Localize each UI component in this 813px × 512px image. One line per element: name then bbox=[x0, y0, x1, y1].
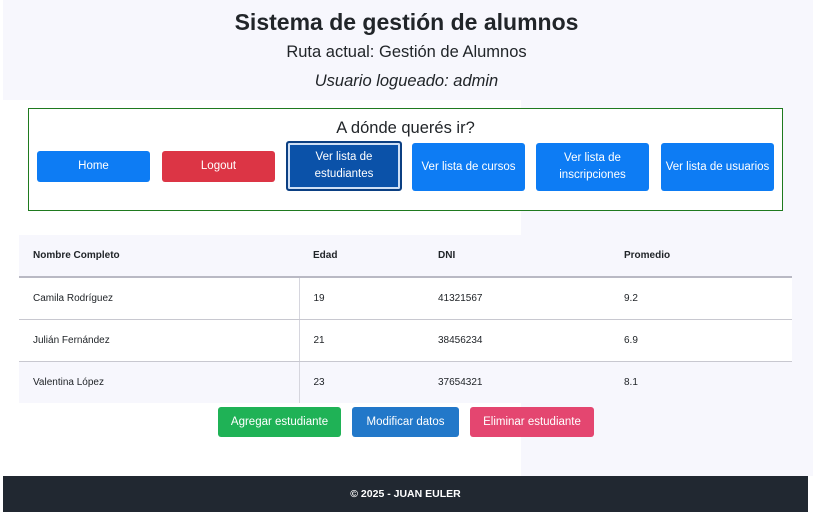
delete-student-button[interactable]: Eliminar estudiante bbox=[470, 407, 594, 437]
modify-data-button[interactable]: Modificar datos bbox=[352, 407, 459, 437]
navigation-panel: A dónde querés ir? Home Logout Ver lista… bbox=[28, 108, 783, 211]
table-actions: Agregar estudiante Modificar datos Elimi… bbox=[0, 407, 813, 437]
column-header-name: Nombre Completo bbox=[19, 235, 299, 278]
courses-list-button[interactable]: Ver lista de cursos bbox=[412, 143, 525, 191]
home-button[interactable]: Home bbox=[37, 151, 150, 182]
users-list-button[interactable]: Ver lista de usuarios bbox=[661, 143, 774, 191]
cell-average: 8.1 bbox=[624, 376, 638, 388]
cell-name: Camila Rodríguez bbox=[19, 277, 300, 320]
table-row[interactable]: Valentina López 23 37654321 8.1 bbox=[19, 361, 792, 403]
students-table-container: Nombre Completo Edad DNI Promedio Camila… bbox=[19, 235, 792, 403]
footer-text: © 2025 - JUAN EULER bbox=[350, 488, 461, 500]
page-header: Sistema de gestión de alumnos Ruta actua… bbox=[0, 8, 813, 91]
table-row[interactable]: Julián Fernández 21 38456234 6.9 bbox=[19, 319, 792, 362]
cell-average: 9.2 bbox=[610, 277, 792, 320]
table-row[interactable]: Camila Rodríguez 19 41321567 9.2 bbox=[19, 277, 792, 320]
students-list-button[interactable]: Ver lista de estudiantes bbox=[286, 141, 402, 191]
logged-user: Usuario logueado: admin bbox=[314, 72, 499, 90]
page-title: Sistema de gestión de alumnos bbox=[234, 9, 579, 35]
logout-button[interactable]: Logout bbox=[162, 151, 275, 182]
cell-dni: 37654321 bbox=[438, 376, 483, 388]
cell-average: 6.9 bbox=[610, 319, 792, 362]
table-header-row: Nombre Completo Edad DNI Promedio bbox=[19, 235, 792, 278]
cell-age: 23 bbox=[313, 376, 325, 388]
cell-dni: 38456234 bbox=[424, 319, 610, 362]
add-student-button[interactable]: Agregar estudiante bbox=[218, 407, 341, 437]
current-route: Ruta actual: Gestión de Alumnos bbox=[286, 43, 527, 61]
column-header-age: Edad bbox=[299, 235, 424, 278]
students-table: Nombre Completo Edad DNI Promedio Camila… bbox=[19, 235, 792, 403]
cell-age: 21 bbox=[299, 319, 424, 362]
page-footer: © 2025 - JUAN EULER bbox=[3, 476, 808, 512]
cell-age: 19 bbox=[299, 277, 424, 320]
navigation-title: A dónde querés ir? bbox=[336, 119, 475, 137]
cell-name: Julián Fernández bbox=[19, 319, 300, 362]
cell-name: Valentina López bbox=[19, 361, 300, 403]
column-header-average: Promedio bbox=[610, 235, 792, 278]
cell-dni: 41321567 bbox=[424, 277, 610, 320]
column-header-dni: DNI bbox=[424, 235, 610, 278]
inscriptions-list-button[interactable]: Ver lista de inscripciones bbox=[536, 143, 649, 191]
